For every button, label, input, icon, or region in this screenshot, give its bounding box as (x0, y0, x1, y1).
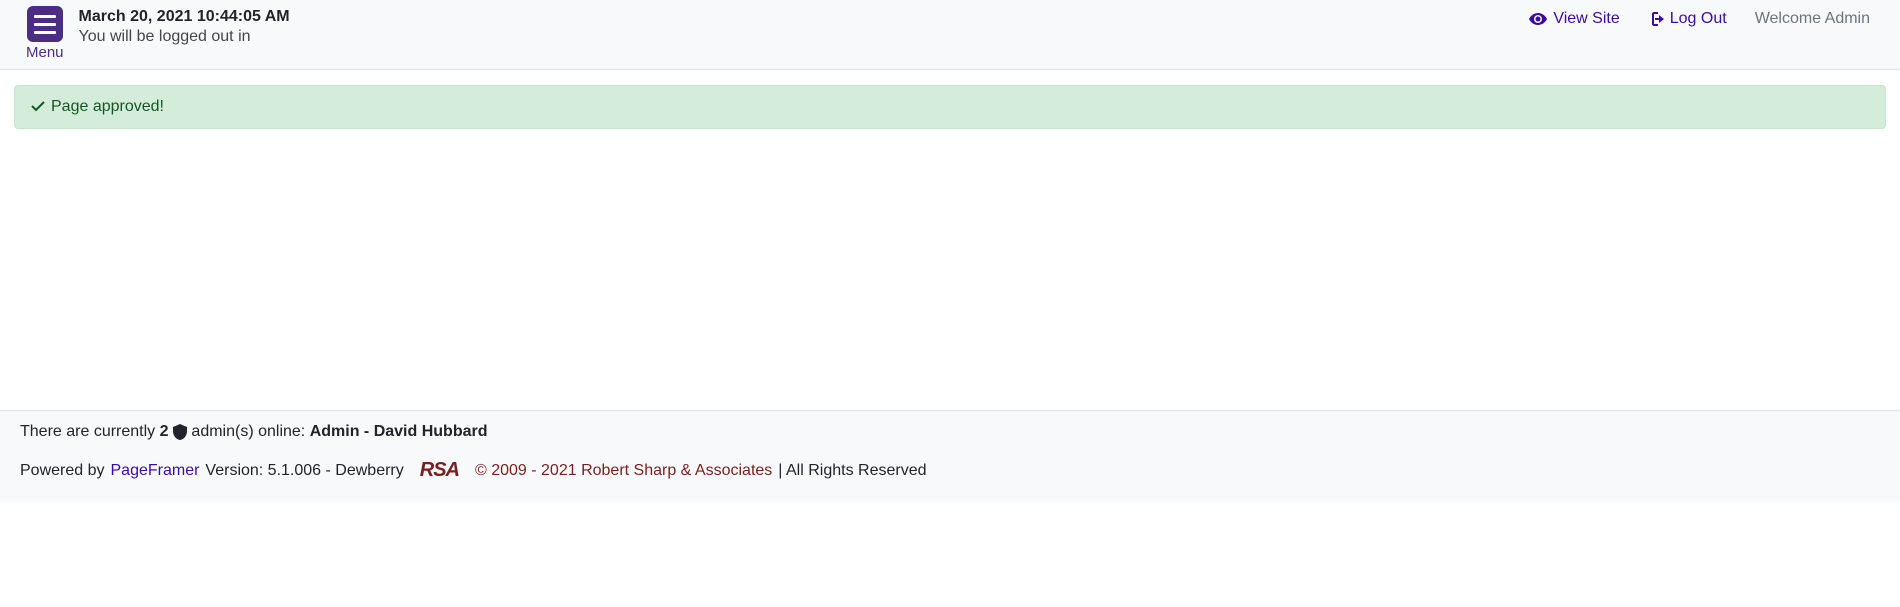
eye-icon (1529, 10, 1547, 28)
shield-icon (173, 423, 191, 440)
header-info: March 20, 2021 10:44:05 AM You will be l… (79, 6, 290, 46)
admins-prefix: There are currently (20, 423, 160, 440)
pageframer-link[interactable]: PageFramer (111, 462, 200, 480)
rsa-logo: RSA (420, 459, 459, 482)
logout-icon (1648, 10, 1664, 28)
view-site-link[interactable]: View Site (1529, 10, 1619, 28)
alert-message: Page approved! (51, 98, 164, 116)
logout-link[interactable]: Log Out (1648, 10, 1727, 28)
admins-online-line: There are currently 2 admin(s) online: A… (20, 423, 1880, 441)
admins-middle: admin(s) online: (191, 423, 309, 440)
datetime-text: March 20, 2021 10:44:05 AM (79, 8, 290, 26)
admin-count: 2 (160, 423, 169, 440)
header: Menu March 20, 2021 10:44:05 AM You will… (0, 0, 1900, 70)
logout-countdown-text: You will be logged out in (79, 28, 290, 46)
footer-credits: Powered by PageFramer Version: 5.1.006 -… (20, 459, 1880, 482)
powered-by-text: Powered by (20, 462, 105, 480)
logout-label: Log Out (1670, 10, 1727, 28)
menu-icon[interactable] (27, 6, 63, 42)
welcome-text: Welcome Admin (1755, 10, 1870, 28)
copyright-link[interactable]: © 2009 - 2021 Robert Sharp & Associates (475, 462, 772, 480)
check-icon (31, 98, 45, 116)
footer: There are currently 2 admin(s) online: A… (0, 410, 1900, 502)
rights-text: | All Rights Reserved (778, 462, 926, 480)
view-site-label: View Site (1553, 10, 1619, 28)
admin-names: Admin - David Hubbard (310, 423, 488, 440)
header-right: View Site Log Out Welcome Admin (1529, 6, 1874, 28)
content-area: Page approved! (0, 70, 1900, 144)
header-left: Menu March 20, 2021 10:44:05 AM You will… (26, 6, 290, 61)
success-alert: Page approved! (14, 85, 1886, 129)
version-text: Version: 5.1.006 - Dewberry (205, 462, 403, 480)
menu-wrapper: Menu (26, 6, 64, 61)
menu-label[interactable]: Menu (26, 44, 64, 61)
